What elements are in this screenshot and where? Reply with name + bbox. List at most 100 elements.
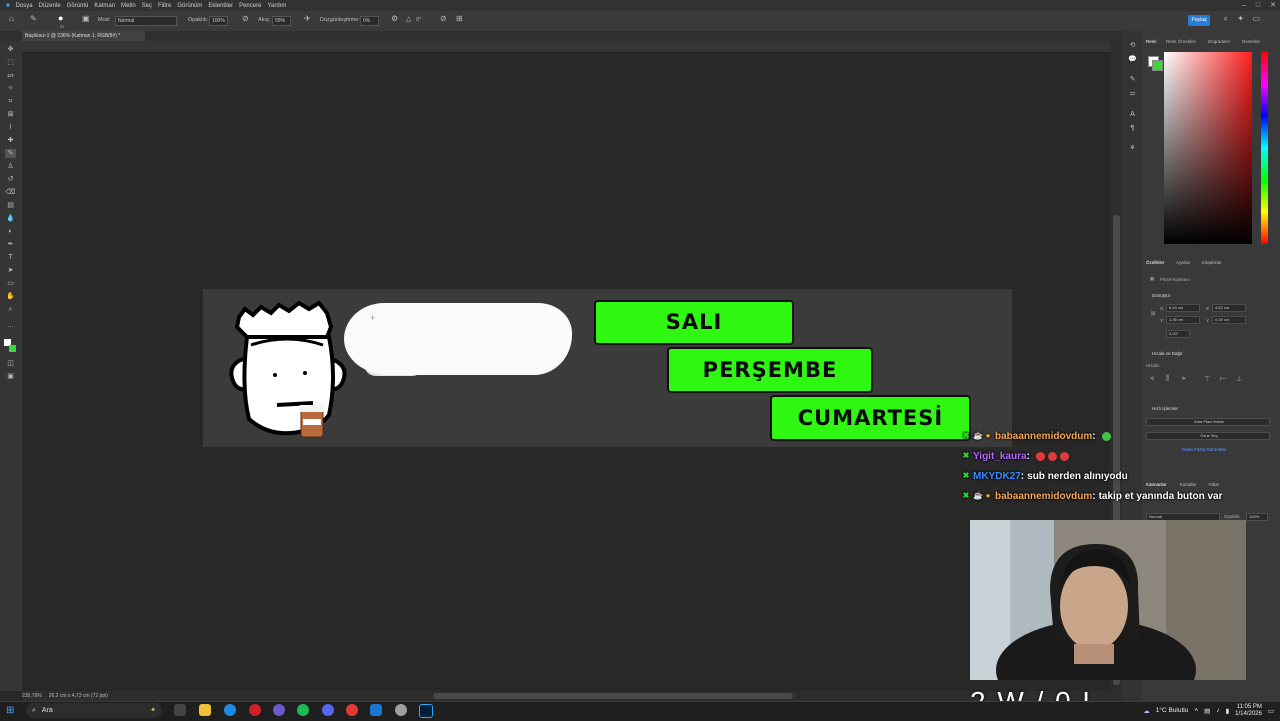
move-tool-icon[interactable]: ✥ — [5, 45, 16, 54]
menu-layer[interactable]: Katman — [94, 3, 115, 9]
quick-select-icon[interactable]: ✧ — [5, 84, 16, 93]
weather-icon[interactable]: ☁ — [1143, 707, 1150, 715]
panel-background-swatch[interactable] — [1152, 60, 1163, 71]
height-input[interactable]: 1,36 cm — [1166, 316, 1200, 324]
lasso-tool-icon[interactable]: ᔕ — [5, 71, 16, 80]
menu-type[interactable]: Metin — [121, 3, 136, 9]
paragraph-icon[interactable]: ¶ — [1127, 124, 1138, 133]
screen-mode-icon[interactable]: ▣ — [5, 372, 16, 381]
brush-settings-icon[interactable]: ▣ — [82, 14, 90, 23]
hue-slider[interactable] — [1261, 52, 1268, 244]
marquee-tool-icon[interactable]: ⬚ — [5, 58, 16, 67]
copilot-icon[interactable]: ✦ — [150, 703, 156, 718]
minimize-icon[interactable]: – — [1242, 0, 1246, 11]
notification-icon[interactable]: ▭ — [1268, 707, 1274, 715]
maximize-icon[interactable]: □ — [1256, 0, 1260, 11]
browser-icon[interactable] — [273, 704, 285, 716]
brush-icon[interactable]: ✎ — [5, 149, 16, 158]
frame-tool-icon[interactable]: ⊠ — [5, 110, 16, 119]
dodge-icon[interactable]: ◐ — [5, 227, 16, 236]
search-icon[interactable]: ⌕ — [1224, 14, 1228, 24]
menu-filter[interactable]: Filtre — [158, 3, 171, 9]
tab-properties[interactable]: Özellikler — [1146, 260, 1165, 265]
hand-tool-icon[interactable]: ✋ — [5, 292, 16, 301]
workspace-icon[interactable]: ▭ — [1252, 14, 1260, 23]
shape-tool-icon[interactable]: ▭ — [5, 279, 16, 288]
healing-brush-icon[interactable]: ✚ — [5, 136, 16, 145]
ps-logo-icon[interactable]: ■ — [6, 3, 10, 9]
symmetry-icon[interactable]: ⊞ — [456, 14, 463, 23]
zoom-status[interactable]: 235,79% — [22, 693, 42, 699]
share-button[interactable]: Paylaş — [1188, 15, 1210, 26]
battery-icon[interactable]: ▮ — [1226, 707, 1230, 715]
smoothing-input[interactable]: 0% — [360, 16, 379, 26]
file-explorer-icon[interactable] — [199, 704, 211, 716]
character-icon[interactable]: A — [1127, 110, 1138, 119]
history-icon[interactable]: ⟲ — [1127, 41, 1138, 50]
clone-stamp-icon[interactable]: ♙ — [5, 162, 16, 171]
photos-icon[interactable] — [370, 704, 382, 716]
angle-value[interactable]: 0° — [416, 17, 421, 23]
color-picker-field[interactable] — [1164, 52, 1252, 244]
background-color-swatch[interactable] — [9, 345, 16, 352]
discover-icon[interactable]: ✦ — [1237, 14, 1244, 23]
volume-icon[interactable]: ♪ — [1216, 707, 1219, 714]
crop-tool-icon[interactable]: ⌗ — [5, 97, 16, 106]
eraser-icon[interactable]: ⌫ — [5, 188, 16, 197]
menu-view[interactable]: Görünüm — [177, 3, 202, 9]
network-icon[interactable]: ▤ — [1204, 707, 1210, 715]
link-icon[interactable]: ⛓ — [1150, 311, 1156, 317]
path-select-icon[interactable]: ➤ — [5, 266, 16, 275]
brush-tool-icon[interactable]: ✎ — [30, 14, 37, 23]
horizontal-scroll-thumb[interactable] — [433, 693, 793, 699]
align-center-icon[interactable]: ⫼ — [1166, 375, 1169, 383]
smoothing-settings-icon[interactable]: ⚙ — [391, 14, 398, 23]
quick-mask-icon[interactable]: ◫ — [5, 359, 16, 368]
windows-start-icon[interactable]: ⊞ — [6, 705, 14, 716]
align-bottom-icon[interactable]: ⊥ — [1236, 375, 1242, 383]
width-input[interactable]: 6,49 cm — [1166, 304, 1200, 312]
align-middle-icon[interactable]: ⊢ — [1220, 375, 1226, 383]
more-tools-icon[interactable]: … — [5, 321, 16, 330]
flow-input[interactable]: 55% — [272, 16, 291, 26]
gradient-icon[interactable]: ▤ — [5, 201, 16, 210]
pen-tool-icon[interactable]: ✒ — [5, 240, 16, 249]
spotify-icon[interactable] — [297, 704, 309, 716]
obs-icon[interactable] — [395, 704, 407, 716]
airbrush-icon[interactable]: ✈ — [304, 14, 311, 23]
tab-adjustments[interactable]: Ayarlar — [1176, 260, 1190, 265]
comments-icon[interactable]: 💬 — [1127, 55, 1138, 64]
menu-window[interactable]: Pencere — [239, 3, 261, 9]
history-brush-icon[interactable]: ↺ — [5, 175, 16, 184]
tab-gradients[interactable]: Degradeler — [1208, 39, 1230, 44]
weather-text[interactable]: 1°C Bulutlu — [1156, 707, 1189, 714]
glyphs-icon[interactable]: ⚘ — [1127, 144, 1138, 153]
adjust-icon[interactable]: ⚌ — [1127, 89, 1138, 98]
rotation-input[interactable]: 0,00° — [1166, 330, 1190, 338]
tab-patterns[interactable]: Desenler — [1242, 39, 1260, 44]
task-view-icon[interactable] — [174, 704, 186, 716]
blur-icon[interactable]: 💧 — [5, 214, 16, 223]
opera-icon[interactable] — [249, 704, 261, 716]
align-top-icon[interactable]: ⊤ — [1204, 375, 1210, 383]
menu-help[interactable]: Yardım — [267, 3, 286, 9]
menu-file[interactable]: Dosya — [16, 3, 33, 9]
discord-icon[interactable] — [322, 704, 334, 716]
edge-icon[interactable] — [224, 704, 236, 716]
zoom-tool-icon[interactable]: ⌕ — [5, 305, 16, 314]
tray-chevron-icon[interactable]: ˄ — [1194, 707, 1198, 714]
home-icon[interactable]: ⌂ — [9, 14, 14, 23]
align-right-icon[interactable]: ⫸ — [1182, 375, 1186, 383]
layers-opacity-input[interactable]: 100% — [1246, 513, 1268, 521]
remove-background-button[interactable]: Arka Planı Kaldır — [1146, 418, 1270, 426]
menu-image[interactable]: Görüntü — [67, 3, 89, 9]
document-tab[interactable]: Başlıksız-1 @ 236% (Katman 1, RGB/8#) * — [22, 31, 145, 41]
brush-preset-icon[interactable]: ● — [58, 13, 63, 23]
tab-color[interactable]: Renk — [1146, 39, 1157, 44]
type-tool-icon[interactable]: T — [5, 253, 16, 262]
opacity-input[interactable]: 100% — [209, 16, 228, 26]
chrome-icon[interactable] — [346, 704, 358, 716]
close-icon[interactable]: ✕ — [1270, 0, 1276, 11]
eyedropper-icon[interactable]: ⌇ — [5, 123, 16, 132]
menu-select[interactable]: Seç — [142, 3, 152, 9]
